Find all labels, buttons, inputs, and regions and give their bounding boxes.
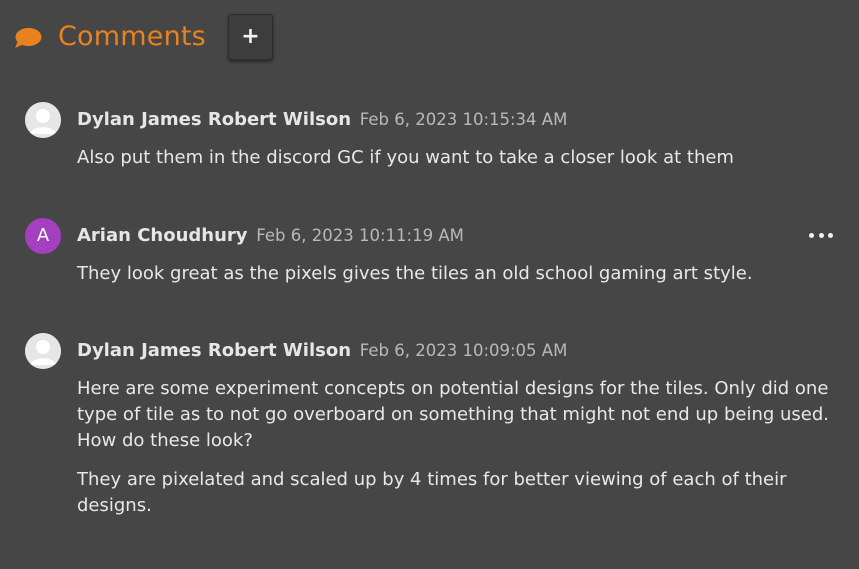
comment-timestamp: Feb 6, 2023 10:11:19 AM <box>256 226 464 245</box>
comment-body: Also put them in the discord GC if you w… <box>77 145 847 184</box>
comment-author[interactable]: Dylan James Robert Wilson <box>77 340 351 361</box>
default-user-avatar[interactable] <box>25 333 61 369</box>
speech-bubble-icon <box>15 28 42 48</box>
comment-body: Here are some experiment concepts on pot… <box>77 376 847 532</box>
dot <box>809 232 814 238</box>
comments-title: Comments <box>58 21 206 52</box>
plus-icon: + <box>241 23 260 49</box>
comment-timestamp: Feb 6, 2023 10:09:05 AM <box>359 341 568 360</box>
more-options-icon[interactable] <box>809 228 833 242</box>
comment-paragraph: They are pixelated and scaled up by 4 ti… <box>77 469 787 516</box>
comment-paragraph: They look great as the pixels gives the … <box>77 263 753 284</box>
comment-body: They look great as the pixels gives the … <box>77 261 847 300</box>
comments-header: Comments + <box>0 0 859 74</box>
dot <box>828 232 833 238</box>
comment-meta: Dylan James Robert Wilson Feb 6, 2023 10… <box>77 339 567 363</box>
comment-paragraph: Here are some experiment concepts on pot… <box>77 378 830 451</box>
comment-timestamp: Feb 6, 2023 10:15:34 AM <box>359 110 568 129</box>
add-comment-button[interactable]: + <box>228 14 273 60</box>
default-user-avatar[interactable] <box>25 102 61 138</box>
comment-paragraph: Also put them in the discord GC if you w… <box>77 147 734 168</box>
user-silhouette-icon <box>25 102 61 138</box>
comment-author[interactable]: Arian Choudhury <box>77 225 248 246</box>
dot <box>818 232 824 238</box>
letter-avatar[interactable]: A <box>25 218 61 254</box>
user-silhouette-icon <box>25 333 61 369</box>
comment-meta: Dylan James Robert Wilson Feb 6, 2023 10… <box>77 108 567 132</box>
comment-author[interactable]: Dylan James Robert Wilson <box>77 109 351 130</box>
comment-meta: Arian Choudhury Feb 6, 2023 10:11:19 AM <box>77 224 464 248</box>
